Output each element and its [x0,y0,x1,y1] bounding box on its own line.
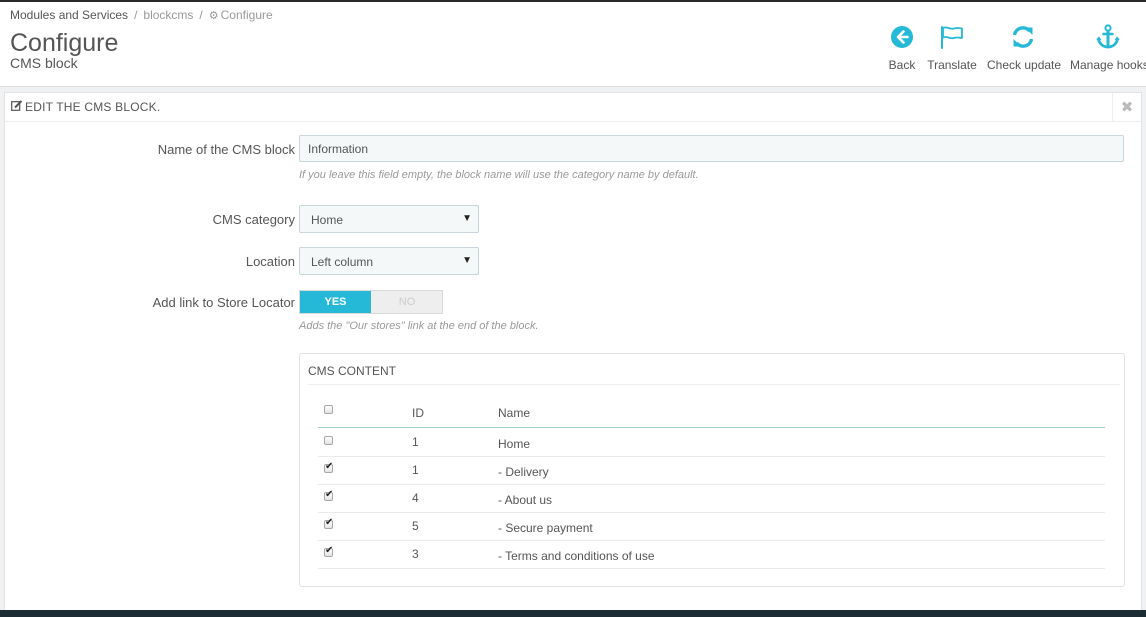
cell-name: - Delivery [498,465,549,479]
breadcrumb-separator: / [134,8,138,22]
check-update-button[interactable]: Check update [987,22,1062,72]
taskbar-edge [0,610,1146,617]
table-row: ✔ 5 - Secure payment [318,513,1105,541]
row-checkbox[interactable]: ✔ [324,545,334,557]
cms-content-panel: CMS CONTENT ID Name 1 Home ✔ 1 - Delivery ✔ 4 -… [299,353,1125,587]
cell-id: 3 [412,547,419,561]
refresh-icon [1012,26,1034,48]
close-icon[interactable]: ✖ [1112,93,1141,121]
table-row: ✔ 4 - About us [318,485,1105,513]
check-update-label: Check update [987,58,1062,72]
checkmark-icon: ✔ [325,461,334,472]
flag-icon [941,26,963,49]
row-checkbox[interactable]: ✔ [324,489,334,501]
column-id: ID [412,406,424,420]
dropdown-arrow-icon: ▼ [462,213,472,224]
breadcrumb-modules[interactable]: Modules and Services [10,8,128,22]
location-value: Left column [311,255,374,269]
cms-block-name-help: If you leave this field empty, the block… [299,169,699,181]
store-locator-no[interactable]: NO [372,291,442,313]
breadcrumb: Modules and Services / blockcms / ⚙ Configure [10,8,273,22]
table-row: ✔ 3 - Terms and conditions of use [318,541,1105,569]
back-label: Back [888,58,916,72]
edit-icon [11,100,23,114]
row-checkbox[interactable]: ✔ [324,517,334,529]
checkmark-icon: ✔ [325,545,334,556]
column-name: Name [498,406,531,420]
breadcrumb-separator: / [199,8,203,22]
location-select[interactable]: Left column ▼ [299,247,479,275]
store-locator-yes[interactable]: YES [300,291,371,313]
manage-hooks-label: Manage hooks [1070,58,1146,72]
cms-category-label: CMS category [212,212,295,227]
back-button[interactable]: Back [887,22,917,72]
cms-content-heading: CMS CONTENT [308,354,1120,385]
dropdown-arrow-icon: ▼ [462,255,472,266]
cell-name: - Terms and conditions of use [498,549,655,563]
cell-id: 1 [412,435,419,449]
cell-name: Home [498,437,531,451]
cms-block-name-input[interactable]: Information [299,135,1124,162]
cell-name: - Secure payment [498,521,593,535]
table-row: ✔ 1 - Delivery [318,457,1105,485]
checkmark-icon: ✔ [325,489,334,500]
cms-content-table: ID Name 1 Home ✔ 1 - Delivery ✔ 4 - About us ✔ 5 -… [318,397,1105,569]
cms-category-select[interactable]: Home ▼ [299,205,479,233]
cms-block-name-label: Name of the CMS block [157,142,295,157]
back-arrow-circle-icon [891,26,913,48]
table-row: 1 Home [318,428,1105,457]
row-checkbox[interactable] [324,436,333,445]
edit-cms-block-panel: EDIT THE CMS BLOCK. ✖ Name of the CMS bl… [4,92,1142,617]
breadcrumb-blockcms[interactable]: blockcms [143,8,193,22]
anchor-icon [1096,24,1120,49]
page-subtitle: CMS block [10,55,78,71]
store-locator-label: Add link to Store Locator [152,295,295,310]
select-all-checkbox[interactable] [324,405,333,414]
translate-button[interactable]: Translate [926,22,978,72]
panel-title: EDIT THE CMS BLOCK. [25,100,161,114]
page-header: Modules and Services / blockcms / ⚙ Configure… [0,2,1146,87]
table-body: 1 Home ✔ 1 - Delivery ✔ 4 - About us ✔ 5 - Secure … [318,428,1105,569]
page-title: Configure [10,29,119,57]
cms-category-value: Home [311,213,344,227]
location-label: Location [245,254,295,269]
store-locator-switch: YES NO [299,290,443,314]
wrench-icon: ⚙ [208,10,219,22]
manage-hooks-button[interactable]: Manage hooks [1070,22,1146,72]
cell-id: 5 [412,519,419,533]
store-locator-help: Adds the "Our stores" link at the end of… [299,320,539,332]
translate-label: Translate [927,58,977,72]
row-checkbox[interactable]: ✔ [324,461,334,473]
cell-name: - About us [498,493,553,507]
cell-id: 4 [412,491,419,505]
cell-id: 1 [412,463,419,477]
breadcrumb-configure: Configure [220,8,273,22]
checkmark-icon: ✔ [325,517,334,528]
panel-heading: EDIT THE CMS BLOCK. [5,93,1141,122]
table-header: ID Name [318,397,1105,428]
